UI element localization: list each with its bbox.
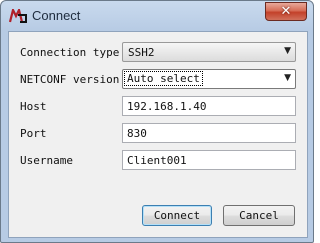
cancel-button[interactable]: Cancel xyxy=(223,205,295,226)
close-icon: ✕ xyxy=(280,4,292,19)
host-label: Host xyxy=(20,100,47,113)
title-bar[interactable]: Connect ✕ xyxy=(1,1,313,32)
port-input[interactable]: 830 xyxy=(122,123,296,143)
netconf-version-select[interactable]: Auto select ▼ xyxy=(122,69,296,89)
connect-dialog: Connect ✕ Connection type SSH2 ▼ NETCONF… xyxy=(0,0,314,243)
connection-type-select[interactable]: SSH2 ▼ xyxy=(122,42,296,62)
host-input[interactable]: 192.168.1.40 xyxy=(122,96,296,116)
netconf-version-label: NETCONF version xyxy=(20,73,120,86)
close-button[interactable]: ✕ xyxy=(265,2,307,21)
window-title: Connect xyxy=(32,8,81,23)
dialog-body: Connection type SSH2 ▼ NETCONF version A… xyxy=(8,31,308,238)
chevron-down-icon[interactable]: ▼ xyxy=(284,46,291,56)
connect-button[interactable]: Connect xyxy=(142,205,212,226)
chevron-down-icon[interactable]: ▼ xyxy=(284,73,291,83)
username-input[interactable]: Client001 xyxy=(122,150,296,170)
port-label: Port xyxy=(20,127,47,140)
connection-type-value: SSH2 xyxy=(128,46,155,59)
connection-type-label: Connection type xyxy=(20,46,120,59)
netconf-version-value: Auto select xyxy=(124,71,203,86)
app-logo-icon xyxy=(8,6,27,23)
username-label: Username xyxy=(20,154,73,167)
